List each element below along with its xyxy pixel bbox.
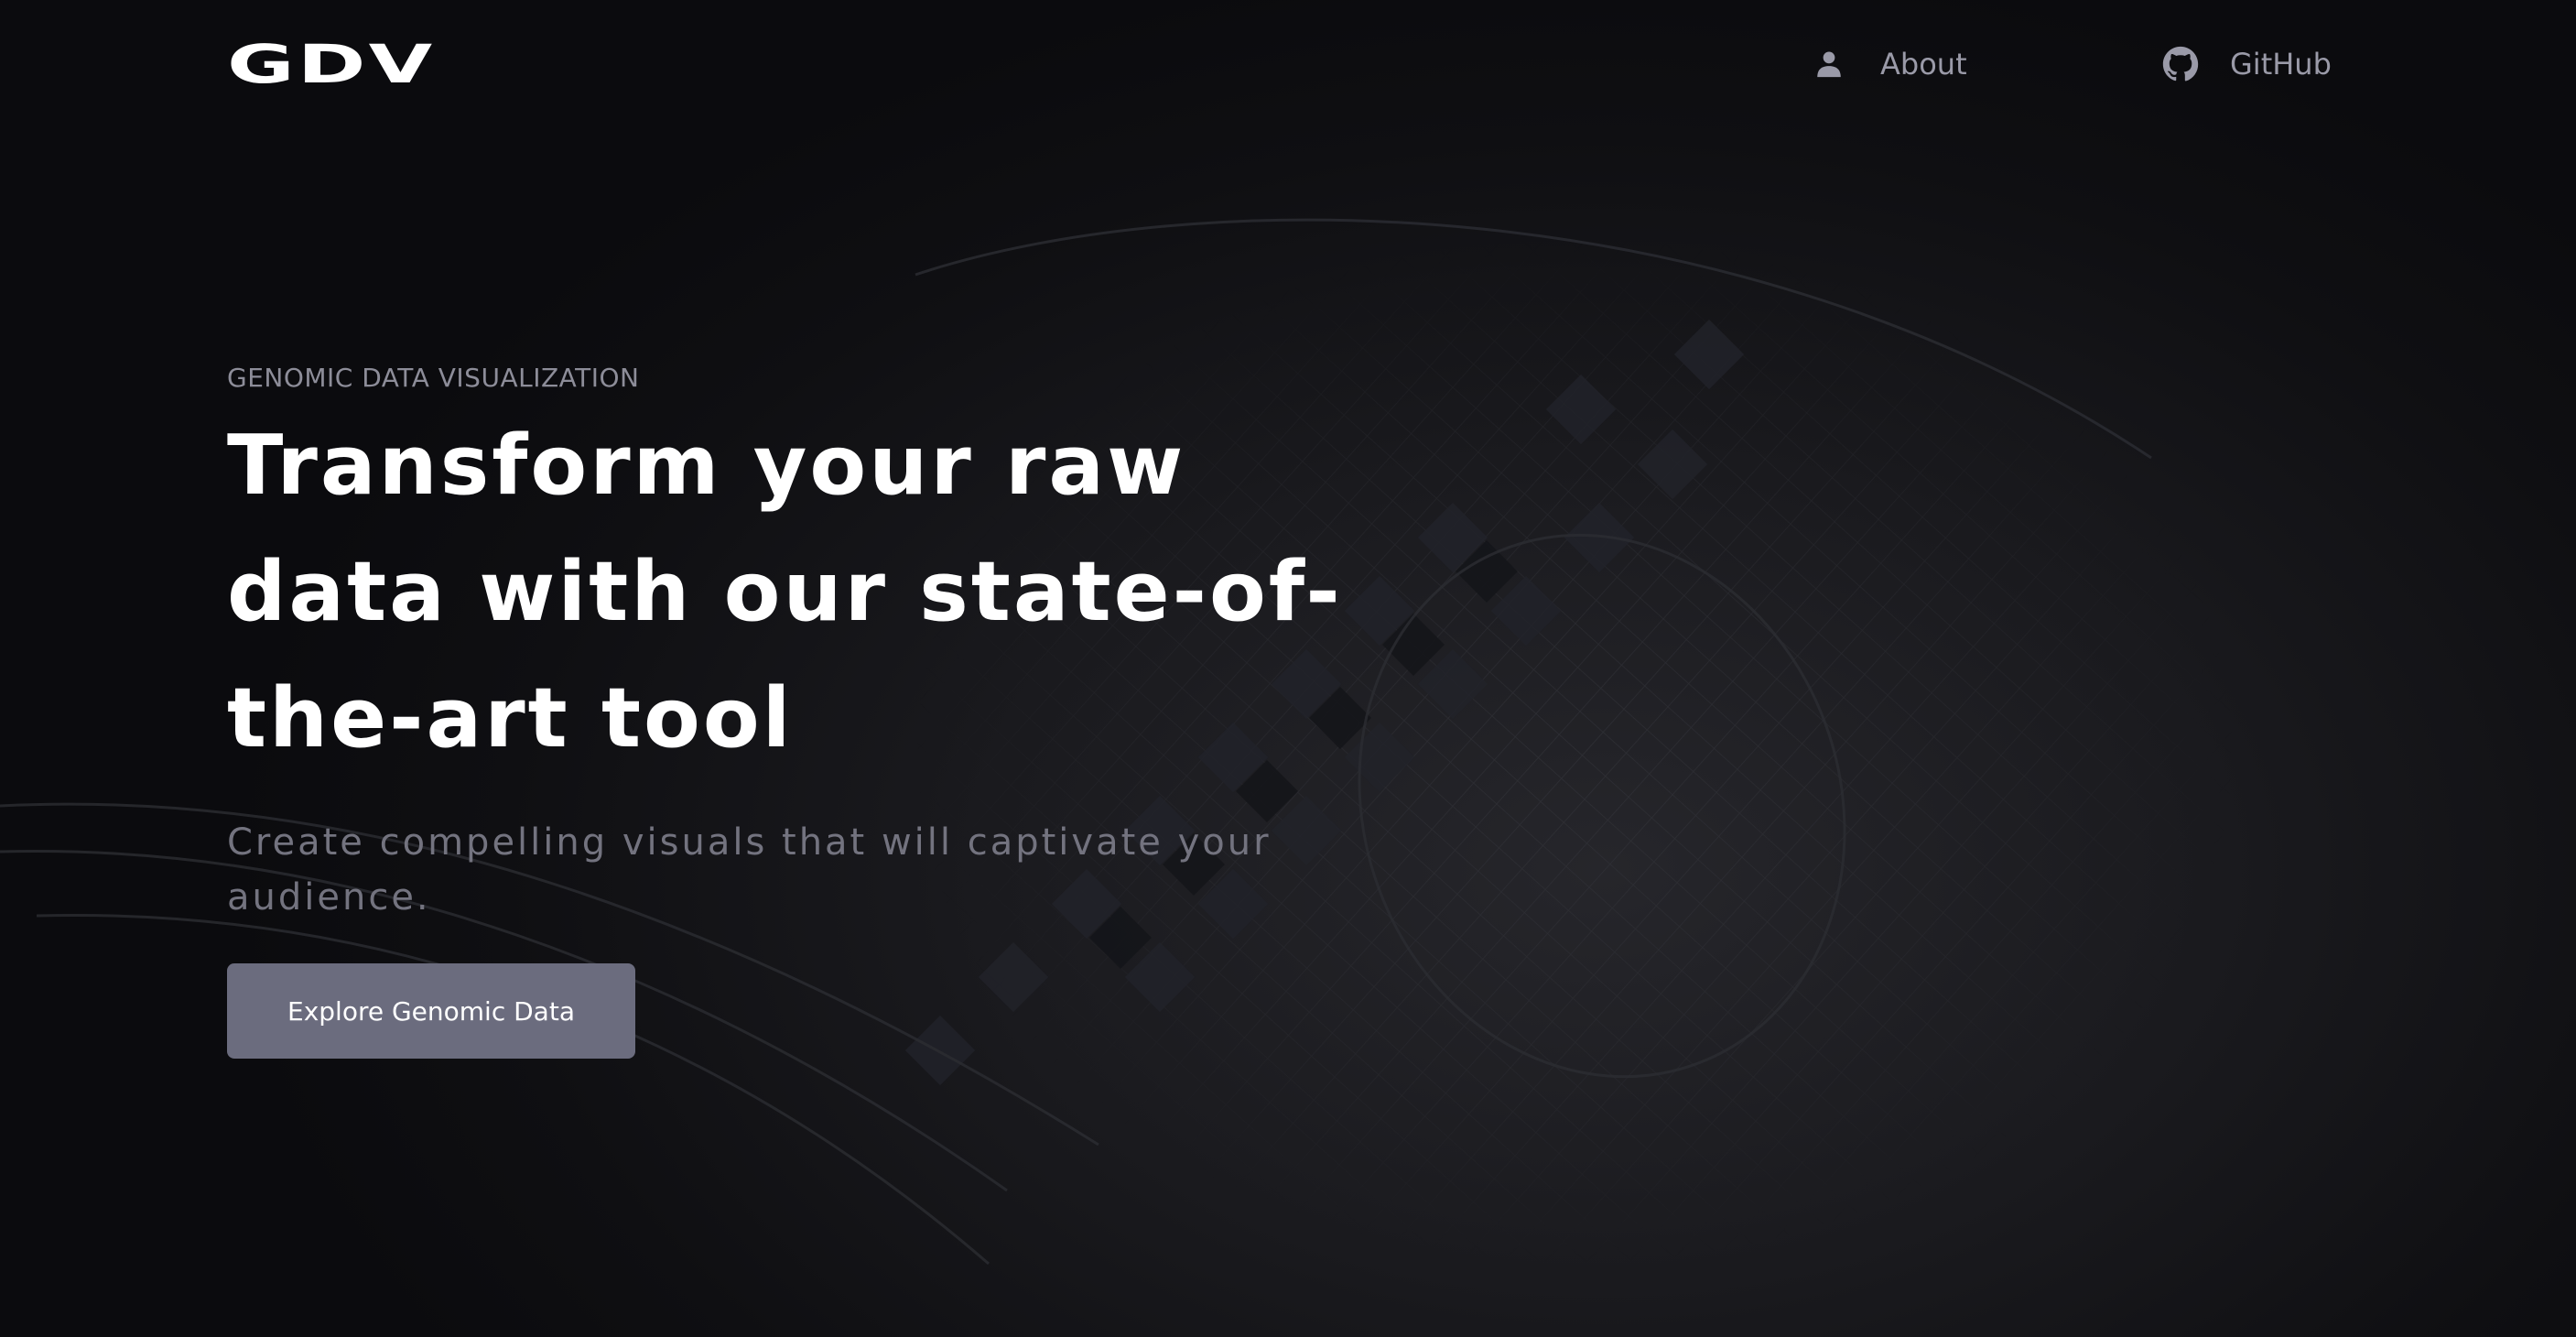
logo[interactable]: GDV [227,38,435,91]
hero-subtitle: Create compelling visuals that will capt… [227,821,1272,919]
hero-headline-line: data with our state-of- [227,544,1343,640]
user-icon [1811,46,1847,82]
page: GDV About GitHub GENOMIC DATA VISUALIZAT… [0,0,2576,1337]
nav-github-link[interactable]: GitHub [2162,37,2332,92]
hero-headline: Transform your raw data with our state-o… [227,403,1435,782]
hero-headline-line: the-art tool [227,670,794,766]
nav-about-label: About [1880,47,1967,82]
nav-about-link[interactable]: About [1811,37,1967,92]
hero-headline-line: Transform your raw [227,418,1186,514]
top-nav: GDV About GitHub [0,0,2576,128]
github-icon [2162,46,2199,82]
nav-github-label: GitHub [2230,47,2332,82]
explore-genomic-data-button[interactable]: Explore Genomic Data [227,963,635,1059]
hero-eyebrow: GENOMIC DATA VISUALIZATION [227,363,640,393]
